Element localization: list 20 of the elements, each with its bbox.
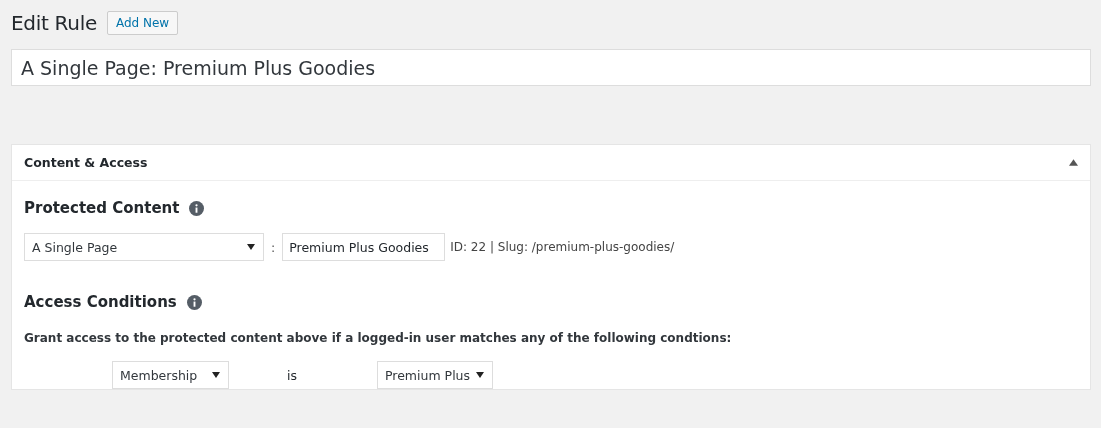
info-icon	[189, 200, 205, 216]
collapse-toggle-icon[interactable]	[1069, 159, 1078, 166]
page-title: Edit Rule	[11, 11, 97, 35]
content-item-field[interactable]: Premium Plus Goodies	[282, 233, 446, 261]
content-type-select[interactable]: A Single Page	[24, 233, 264, 261]
add-new-button[interactable]: Add New	[106, 11, 179, 35]
section-heading: Protected Content	[24, 199, 180, 217]
description: Grant access to the protected content above if a logged-in user matches any of the following condtions:	[24, 331, 733, 345]
condition-field-select[interactable]: Membership	[112, 361, 229, 389]
caret-icon	[212, 372, 220, 378]
panel-title: Content & Access	[24, 155, 148, 170]
caret-icon	[247, 244, 255, 250]
caret-icon	[476, 372, 484, 378]
content-info: ID: 22 | Slug: /premium-plus-goodies/	[450, 240, 675, 254]
condition-operator: is	[287, 367, 297, 383]
section-heading: Access Conditions	[24, 293, 177, 311]
condition-value-select[interactable]: Premium Plus	[377, 361, 493, 389]
separator: :	[271, 239, 276, 255]
info-icon	[186, 294, 202, 310]
title-field[interactable]: A Single Page: Premium Plus Goodies	[11, 49, 1091, 86]
